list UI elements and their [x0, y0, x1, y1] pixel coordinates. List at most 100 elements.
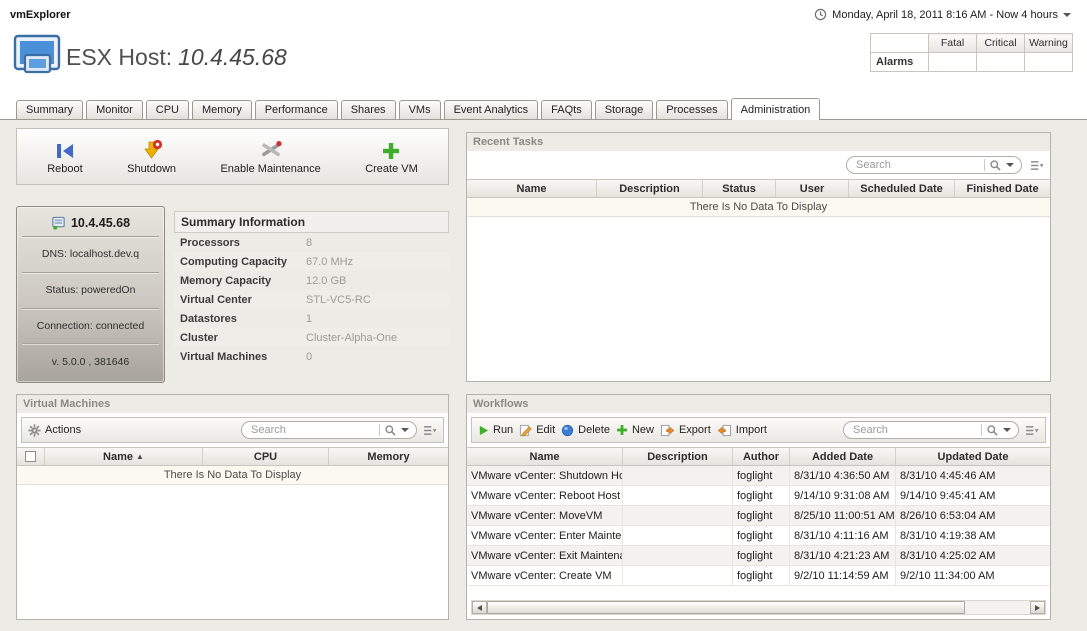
workflow-updated-date-cell: 9/2/10 11:34:00 AM [896, 566, 1050, 585]
column-header-status[interactable]: Status [703, 180, 776, 197]
shutdown-label: Shutdown [127, 163, 176, 175]
divider [981, 424, 982, 436]
plus-icon [616, 424, 628, 436]
summary-row-computing-capacity: Computing Capacity 67.0 MHz [174, 252, 449, 271]
workflow-name-cell: VMware vCenter: Enter Maintena [467, 526, 623, 545]
alarm-value-warning[interactable] [1025, 53, 1073, 72]
table-row[interactable]: VMware vCenter: Exit Maintena foglight 8… [467, 546, 1050, 566]
column-header-cpu[interactable]: CPU [203, 448, 329, 465]
column-header-user[interactable]: User [776, 180, 849, 197]
search-icon[interactable] [986, 424, 999, 437]
alarms-corner-cell [871, 34, 929, 53]
column-header-author[interactable]: Author [733, 448, 790, 465]
workflows-title: Workflows [467, 395, 1050, 413]
summary-label: Virtual Center [174, 294, 306, 306]
workflow-description-cell [623, 486, 733, 505]
actions-button[interactable]: Actions [28, 424, 81, 437]
summary-value: STL-VC5-RC [306, 294, 371, 306]
export-label: Export [679, 424, 711, 436]
search-options-caret-icon[interactable] [1006, 163, 1014, 167]
page-title-prefix: ESX Host: [66, 44, 172, 70]
edit-button[interactable]: Edit [519, 424, 555, 437]
tab-processes[interactable]: Processes [656, 100, 727, 119]
search-icon[interactable] [384, 424, 397, 437]
column-label: Finished Date [966, 183, 1038, 195]
tab-faqts[interactable]: FAQts [541, 100, 592, 119]
new-button[interactable]: New [616, 424, 654, 436]
column-header-description[interactable]: Description [597, 180, 703, 197]
reboot-icon [54, 139, 76, 161]
delete-label: Delete [578, 424, 610, 436]
import-button[interactable]: Import [717, 424, 767, 437]
select-all-checkbox[interactable] [25, 451, 36, 462]
reboot-button[interactable]: Reboot [47, 139, 82, 175]
table-row[interactable]: VMware vCenter: MoveVM foglight 8/25/10 … [467, 506, 1050, 526]
vmexplorer-logo-icon [13, 34, 61, 76]
tab-event-analytics[interactable]: Event Analytics [444, 100, 539, 119]
delete-button[interactable]: Delete [561, 424, 610, 437]
table-options-icon[interactable] [423, 425, 437, 436]
alarm-value-fatal[interactable] [929, 53, 977, 72]
workflow-author-cell: foglight [733, 546, 790, 565]
scrollbar-track[interactable] [487, 601, 1030, 614]
reboot-label: Reboot [47, 163, 82, 175]
table-row[interactable]: VMware vCenter: Reboot Host foglight 9/1… [467, 486, 1050, 506]
create-vm-button[interactable]: Create VM [365, 139, 418, 175]
recent-tasks-search-row [467, 151, 1050, 179]
column-label: Scheduled Date [860, 183, 943, 195]
horizontal-scrollbar[interactable] [471, 600, 1046, 615]
export-button[interactable]: Export [660, 424, 711, 437]
workflows-panel: Workflows Run Edit Delete New Export Imp… [466, 394, 1051, 620]
tab-monitor[interactable]: Monitor [86, 100, 143, 119]
table-row[interactable]: VMware vCenter: Shutdown Ho foglight 8/3… [467, 466, 1050, 486]
workflow-author-cell: foglight [733, 466, 790, 485]
search-input[interactable] [853, 424, 977, 436]
search-icon[interactable] [989, 159, 1002, 172]
scroll-left-button[interactable] [472, 601, 487, 614]
workflow-updated-date-cell: 8/26/10 6:53:04 AM [896, 506, 1050, 525]
tab-cpu[interactable]: CPU [146, 100, 189, 119]
table-options-icon[interactable] [1030, 160, 1044, 171]
summary-label: Cluster [174, 332, 306, 344]
table-row[interactable]: VMware vCenter: Enter Maintena foglight … [467, 526, 1050, 546]
column-label: Name [103, 451, 133, 463]
search-input[interactable] [251, 424, 375, 436]
column-header-description[interactable]: Description [623, 448, 733, 465]
search-options-caret-icon[interactable] [401, 428, 409, 432]
column-label: Author [743, 451, 779, 463]
table-options-icon[interactable] [1025, 425, 1039, 436]
column-header-added-date[interactable]: Added Date [790, 448, 896, 465]
alarm-value-critical[interactable] [977, 53, 1025, 72]
time-range-control[interactable]: Monday, April 18, 2011 8:16 AM - Now 4 h… [814, 8, 1071, 21]
shutdown-button[interactable]: Shutdown [127, 139, 176, 175]
search-options-caret-icon[interactable] [1003, 428, 1011, 432]
tab-storage[interactable]: Storage [595, 100, 654, 119]
tab-memory[interactable]: Memory [192, 100, 252, 119]
column-header-name[interactable]: Name [467, 180, 597, 197]
tab-administration[interactable]: Administration [731, 98, 821, 120]
column-header-memory[interactable]: Memory [329, 448, 448, 465]
workflow-updated-date-cell: 9/14/10 9:45:41 AM [896, 486, 1050, 505]
search-input[interactable] [856, 159, 980, 171]
column-header-scheduled-date[interactable]: Scheduled Date [849, 180, 955, 197]
tab-performance[interactable]: Performance [255, 100, 338, 119]
enable-maintenance-button[interactable]: Enable Maintenance [220, 139, 320, 175]
alarms-table: Fatal Critical Warning Alarms [870, 33, 1073, 72]
tab-vms[interactable]: VMs [399, 100, 441, 119]
delete-icon [561, 424, 574, 437]
host-version: v. 5.0.0 , 381646 [22, 343, 159, 379]
maintenance-tools-icon [259, 139, 283, 161]
scroll-right-button[interactable] [1030, 601, 1045, 614]
chevron-down-icon [1063, 13, 1071, 17]
column-header-updated-date[interactable]: Updated Date [896, 448, 1050, 465]
scrollbar-thumb[interactable] [487, 601, 965, 614]
workflow-description-cell [623, 546, 733, 565]
column-header-name[interactable]: Name ▲ [45, 448, 203, 465]
tab-shares[interactable]: Shares [341, 100, 396, 119]
summary-row-virtual-center: Virtual Center STL-VC5-RC [174, 290, 449, 309]
run-button[interactable]: Run [478, 424, 513, 436]
column-header-finished-date[interactable]: Finished Date [955, 180, 1050, 197]
table-row[interactable]: VMware vCenter: Create VM foglight 9/2/1… [467, 566, 1050, 586]
column-header-name[interactable]: Name [467, 448, 623, 465]
tab-summary[interactable]: Summary [16, 100, 83, 119]
